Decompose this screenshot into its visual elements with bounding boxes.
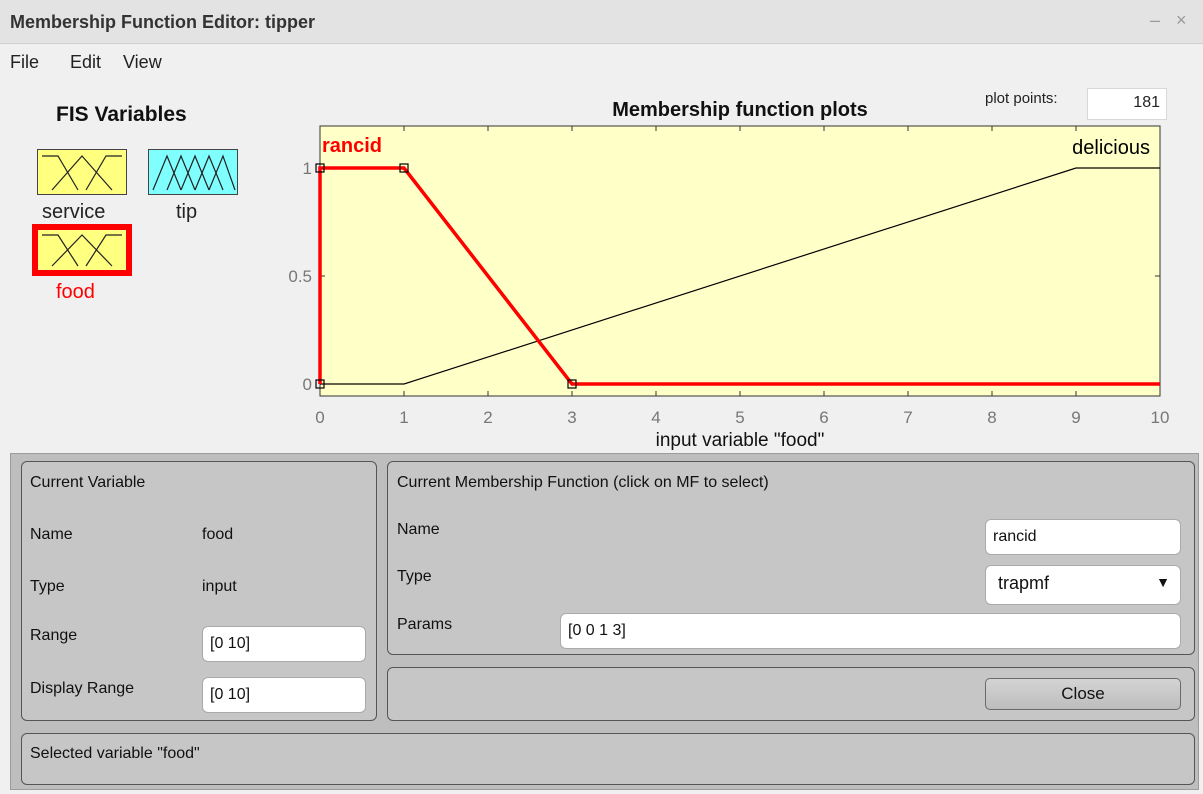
status-text: Selected variable "food" bbox=[30, 745, 200, 762]
close-button[interactable]: Close bbox=[985, 678, 1181, 710]
x-tick-label: 0 bbox=[315, 408, 324, 427]
close-icon[interactable]: × bbox=[1176, 10, 1187, 31]
menu-file[interactable]: File bbox=[10, 52, 39, 73]
mf-editor-window: Membership Function Editor: tipper – × F… bbox=[0, 0, 1203, 794]
cv-display-range-label: Display Range bbox=[30, 680, 135, 697]
cv-type-label: Type bbox=[30, 578, 65, 595]
mf-name-label: Name bbox=[397, 521, 440, 538]
x-tick-label: 6 bbox=[819, 408, 828, 427]
x-axis-label: input variable "food" bbox=[656, 430, 825, 451]
range-input[interactable]: [0 10] bbox=[202, 626, 366, 662]
cv-name-label: Name bbox=[30, 526, 73, 543]
x-tick-label: 8 bbox=[987, 408, 996, 427]
x-tick-label: 9 bbox=[1071, 408, 1080, 427]
mf-type-select[interactable]: trapmf ▼ bbox=[985, 565, 1181, 605]
y-tick-label: 1 bbox=[303, 159, 312, 178]
menu-bar: File Edit View bbox=[0, 44, 1203, 80]
x-tick-label: 4 bbox=[651, 408, 660, 427]
current-mf-title: Current Membership Function (click on MF… bbox=[397, 474, 769, 491]
y-tick-label: 0.5 bbox=[288, 267, 312, 286]
x-tick-label: 1 bbox=[399, 408, 408, 427]
bottom-panel-area: Current Variable Name food Type input Ra… bbox=[10, 453, 1199, 790]
chart-title: Membership function plots bbox=[612, 99, 868, 121]
cv-name-value: food bbox=[202, 526, 234, 543]
mf-name-input[interactable]: rancid bbox=[985, 519, 1181, 555]
current-variable-title: Current Variable bbox=[30, 474, 146, 491]
mf-type-label: Type bbox=[397, 568, 432, 585]
display-range-input[interactable]: [0 10] bbox=[202, 677, 366, 713]
cv-range-label: Range bbox=[30, 627, 78, 644]
mf-label-rancid: rancid bbox=[322, 135, 382, 157]
x-tick-label: 10 bbox=[1151, 408, 1170, 427]
dropdown-caret-icon: ▼ bbox=[1156, 574, 1170, 590]
x-tick-label: 7 bbox=[903, 408, 912, 427]
x-tick-label: 2 bbox=[483, 408, 492, 427]
cv-type-value: input bbox=[202, 578, 237, 595]
plot-background bbox=[319, 125, 1161, 397]
close-panel: Close bbox=[387, 667, 1195, 721]
membership-function-plot[interactable]: Membership function plots 0 1 2 3 4 5 6 7 8 9 10 0 0.… bbox=[0, 80, 1203, 452]
mf-params-label: Params bbox=[397, 616, 453, 633]
menu-view[interactable]: View bbox=[123, 52, 162, 73]
y-tick-label: 0 bbox=[303, 375, 312, 394]
window-title: Membership Function Editor: tipper bbox=[10, 12, 315, 32]
minimize-icon[interactable]: – bbox=[1150, 10, 1160, 31]
menu-edit[interactable]: Edit bbox=[70, 52, 101, 73]
mf-label-delicious: delicious bbox=[1072, 137, 1150, 159]
current-variable-panel: Current Variable Name food Type input Ra… bbox=[21, 461, 377, 721]
current-mf-panel: Current Membership Function (click on MF… bbox=[387, 461, 1195, 655]
mf-type-value: trapmf bbox=[998, 573, 1050, 593]
x-tick-label: 3 bbox=[567, 408, 576, 427]
mf-params-input[interactable]: [0 0 1 3] bbox=[560, 613, 1181, 649]
x-tick-label: 5 bbox=[735, 408, 744, 427]
status-panel: Selected variable "food" bbox=[21, 733, 1195, 785]
title-bar: Membership Function Editor: tipper – × bbox=[0, 0, 1203, 44]
